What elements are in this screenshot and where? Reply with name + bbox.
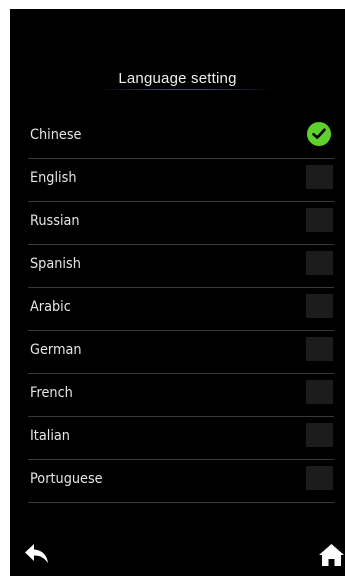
language-label: Italian (30, 428, 70, 444)
check-icon (307, 122, 331, 146)
language-setting-screen: Language setting Chinese English Russian… (10, 9, 345, 576)
language-row-english[interactable]: English (28, 159, 334, 202)
language-row-italian[interactable]: Italian (28, 417, 334, 460)
language-list: Chinese English Russian Spanish Arabic G… (28, 116, 334, 503)
language-label: Russian (30, 213, 80, 229)
language-checkbox[interactable] (306, 165, 333, 189)
language-label: French (30, 385, 73, 401)
page-title: Language setting (118, 70, 237, 87)
home-icon[interactable] (318, 543, 345, 567)
language-checkbox[interactable] (306, 294, 333, 318)
language-label: Spanish (30, 256, 81, 272)
language-label: Arabic (30, 299, 71, 315)
language-row-arabic[interactable]: Arabic (28, 288, 334, 331)
back-arrow-icon[interactable] (24, 543, 50, 565)
language-checkbox[interactable] (306, 337, 333, 361)
language-row-portuguese[interactable]: Portuguese (28, 460, 334, 503)
language-row-french[interactable]: French (28, 374, 334, 417)
language-checkbox[interactable] (306, 251, 333, 275)
language-checkbox[interactable] (306, 423, 333, 447)
language-row-spanish[interactable]: Spanish (28, 245, 334, 288)
language-row-chinese[interactable]: Chinese (28, 116, 334, 159)
language-label: Chinese (30, 127, 82, 143)
language-row-german[interactable]: German (28, 331, 334, 374)
language-label: German (30, 342, 82, 358)
language-label: Portuguese (30, 471, 103, 487)
language-checkbox[interactable] (306, 466, 333, 490)
language-checkbox-checked[interactable] (306, 122, 333, 146)
language-checkbox[interactable] (306, 380, 333, 404)
language-row-russian[interactable]: Russian (28, 202, 334, 245)
title-underline (98, 89, 273, 90)
language-checkbox[interactable] (306, 208, 333, 232)
language-label: English (30, 170, 77, 186)
